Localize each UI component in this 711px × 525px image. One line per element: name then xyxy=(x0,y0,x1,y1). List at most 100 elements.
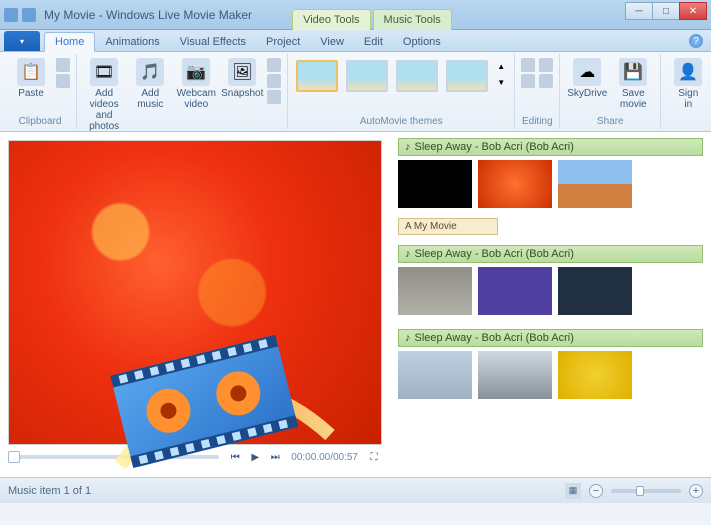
text-track[interactable]: A My Movie xyxy=(398,218,498,235)
tab-music-tools[interactable]: Music Tools xyxy=(373,9,452,30)
file-menu-button[interactable]: ▾ xyxy=(4,31,40,51)
group-label: Share xyxy=(597,116,624,129)
tab-view[interactable]: View xyxy=(310,33,354,51)
tab-visual-effects[interactable]: Visual Effects xyxy=(170,33,256,51)
minimize-button[interactable]: ─ xyxy=(625,2,653,20)
automovie-theme-2[interactable] xyxy=(346,60,388,92)
skydrive-icon: ☁ xyxy=(573,58,601,86)
music-track-3[interactable]: ♪ Sleep Away - Bob Acri (Bob Acri) xyxy=(398,329,703,347)
group-label: AutoMovie themes xyxy=(360,116,443,129)
delete-icon[interactable] xyxy=(539,58,553,72)
zoom-in-button[interactable]: + xyxy=(689,484,703,498)
automovie-more[interactable]: ▲ ▼ xyxy=(494,58,508,90)
ribbon: 📋 Paste Clipboard 🎞 Add videos and photo… xyxy=(0,52,711,132)
zoom-out-button[interactable]: − xyxy=(589,484,603,498)
paste-button[interactable]: 📋 Paste xyxy=(10,58,52,99)
rotate-left-icon[interactable] xyxy=(521,58,535,72)
player-controls: ⏮ ▶ ⏭ 00:00.00/00:57 ⛶ xyxy=(8,445,382,469)
clip-row xyxy=(398,160,703,208)
clip-thumbnail[interactable] xyxy=(558,160,632,208)
group-share: ☁ SkyDrive 💾 Save movie Share xyxy=(560,54,661,129)
prev-frame-button[interactable]: ⏮ xyxy=(227,449,243,465)
group-label: Editing xyxy=(522,116,553,129)
tab-project[interactable]: Project xyxy=(256,33,310,51)
save-movie-button[interactable]: 💾 Save movie xyxy=(612,58,654,110)
window-controls: ─ □ ✕ xyxy=(626,2,707,20)
automovie-theme-1[interactable] xyxy=(296,60,338,92)
music-note-icon: 🎵 xyxy=(136,58,164,86)
preview-pane: ⏮ ▶ ⏭ 00:00.00/00:57 ⛶ xyxy=(0,132,390,477)
storyboard-pane[interactable]: ♪ Sleep Away - Bob Acri (Bob Acri) A My … xyxy=(390,132,711,477)
clip-row xyxy=(398,267,703,315)
chevron-down-icon: ▾ xyxy=(20,37,24,46)
title-bar: My Movie - Windows Live Movie Maker Vide… xyxy=(0,0,711,30)
window-title: My Movie - Windows Live Movie Maker xyxy=(44,8,252,22)
group-signin: 👤 Sign in xyxy=(661,54,711,129)
sign-in-button[interactable]: 👤 Sign in xyxy=(667,58,709,110)
tab-edit[interactable]: Edit xyxy=(354,33,393,51)
help-button[interactable]: ? xyxy=(689,34,703,48)
automovie-theme-4[interactable] xyxy=(446,60,488,92)
tab-animations[interactable]: Animations xyxy=(95,33,169,51)
clip-thumbnail[interactable] xyxy=(398,267,472,315)
caption-icon[interactable] xyxy=(267,74,281,88)
music-track-label: Sleep Away - Bob Acri (Bob Acri) xyxy=(415,141,574,153)
timeline-slider[interactable] xyxy=(8,455,219,459)
cut-icon[interactable] xyxy=(56,58,70,72)
clip-thumbnail[interactable] xyxy=(478,351,552,399)
next-frame-button[interactable]: ⏭ xyxy=(267,449,283,465)
main-area: ⏮ ▶ ⏭ 00:00.00/00:57 ⛶ ♪ Sleep Away - Bo… xyxy=(0,132,711,477)
music-note-icon: ♪ xyxy=(405,141,411,153)
webcam-button[interactable]: 📷 Webcam video xyxy=(175,58,217,110)
add-media-button[interactable]: 🎞 Add videos and photos xyxy=(83,58,125,132)
text-a-icon: A xyxy=(405,221,411,232)
save-movie-icon: 💾 xyxy=(619,58,647,86)
skydrive-button[interactable]: ☁ SkyDrive xyxy=(566,58,608,99)
add-music-button[interactable]: 🎵 Add music xyxy=(129,58,171,110)
qat-redo-icon[interactable] xyxy=(22,8,36,22)
title-icon[interactable] xyxy=(267,58,281,72)
music-track-label: Sleep Away - Bob Acri (Bob Acri) xyxy=(415,248,574,260)
film-plus-icon: 🎞 xyxy=(90,58,118,86)
clip-thumbnail[interactable] xyxy=(558,351,632,399)
play-button[interactable]: ▶ xyxy=(247,449,263,465)
select-all-icon[interactable] xyxy=(539,74,553,88)
webcam-icon: 📷 xyxy=(182,58,210,86)
music-note-icon: ♪ xyxy=(405,248,411,260)
zoom-thumb[interactable] xyxy=(636,486,644,496)
maximize-button[interactable]: □ xyxy=(652,2,680,20)
music-track-2[interactable]: ♪ Sleep Away - Bob Acri (Bob Acri) xyxy=(398,245,703,263)
rotate-right-icon[interactable] xyxy=(521,74,535,88)
clip-thumbnail[interactable] xyxy=(478,267,552,315)
playhead[interactable] xyxy=(8,451,20,463)
thumbnail-size-button[interactable]: ▦ xyxy=(565,483,581,499)
text-track-label: My Movie xyxy=(414,221,457,232)
group-editing: Editing xyxy=(515,54,560,129)
zoom-slider[interactable] xyxy=(611,489,681,493)
tab-video-tools[interactable]: Video Tools xyxy=(292,9,370,30)
status-text: Music item 1 of 1 xyxy=(8,485,91,497)
preview-player[interactable] xyxy=(8,140,382,445)
contextual-tool-tabs: Video Tools Music Tools xyxy=(292,0,454,30)
clipboard-icon: 📋 xyxy=(17,58,45,86)
tab-options[interactable]: Options xyxy=(393,33,451,51)
clipboard-small-buttons xyxy=(56,58,70,88)
group-automovie: ▲ ▼ AutoMovie themes xyxy=(288,54,515,129)
user-icon: 👤 xyxy=(674,58,702,86)
group-label: Clipboard xyxy=(19,116,62,129)
snapshot-button[interactable]: 🖼 Snapshot xyxy=(221,58,263,99)
clip-thumbnail[interactable] xyxy=(398,351,472,399)
tab-home[interactable]: Home xyxy=(44,32,95,52)
qat-undo-icon[interactable] xyxy=(4,8,18,22)
close-button[interactable]: ✕ xyxy=(679,2,707,20)
credits-icon[interactable] xyxy=(267,90,281,104)
fullscreen-button[interactable]: ⛶ xyxy=(366,449,382,465)
snapshot-icon: 🖼 xyxy=(228,58,256,86)
group-clipboard: 📋 Paste Clipboard xyxy=(4,54,77,129)
clip-thumbnail[interactable] xyxy=(558,267,632,315)
clip-thumbnail[interactable] xyxy=(478,160,552,208)
clip-thumbnail[interactable] xyxy=(398,160,472,208)
automovie-theme-3[interactable] xyxy=(396,60,438,92)
copy-icon[interactable] xyxy=(56,74,70,88)
music-track-1[interactable]: ♪ Sleep Away - Bob Acri (Bob Acri) xyxy=(398,138,703,156)
